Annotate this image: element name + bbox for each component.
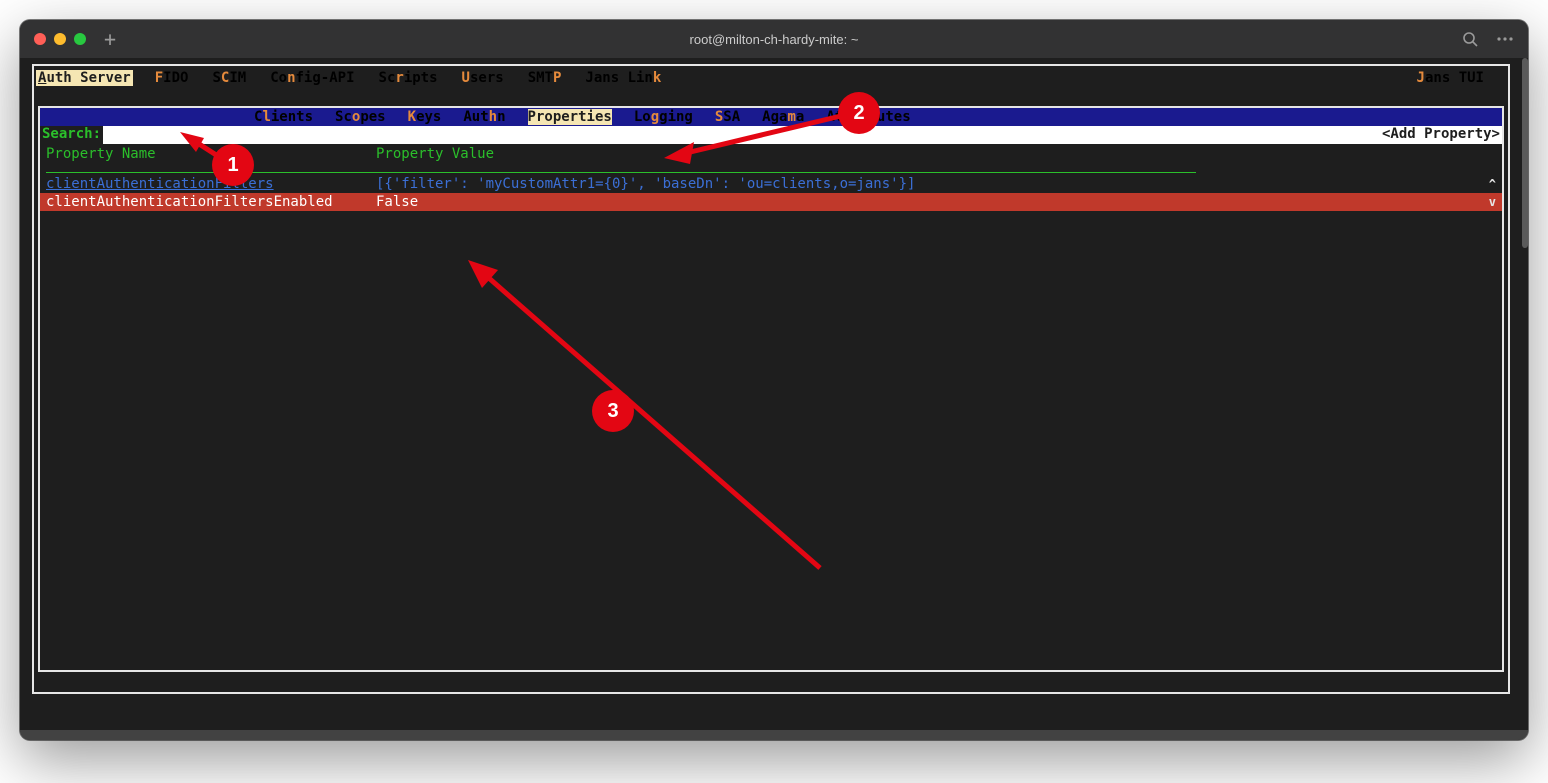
tab-2[interactable]: Keys xyxy=(408,109,442,125)
search-input[interactable] xyxy=(103,126,1380,144)
search-row: Search: <Add Property> xyxy=(40,126,1502,144)
menu-item-1[interactable]: FIDO xyxy=(153,70,191,86)
scroll-up-icon[interactable]: ^ xyxy=(1489,175,1496,193)
menu-item-0[interactable]: Auth Server xyxy=(36,70,133,86)
tab-3[interactable]: Authn xyxy=(463,109,505,125)
outer-frame: Auth Server FIDO SCIM Config-API Scripts User… xyxy=(32,64,1510,694)
window-title: root@milton-ch-hardy-mite: ~ xyxy=(20,32,1528,47)
search-label: Search: xyxy=(40,126,103,144)
menu-item-6[interactable]: SMTP xyxy=(526,70,564,86)
scroll-indicators: ^ v xyxy=(1489,175,1496,211)
terminal-window: + root@milton-ch-hardy-mite: ~ Auth Serv… xyxy=(20,20,1528,740)
menu-item-5[interactable]: Users xyxy=(460,70,506,86)
property-row-1[interactable]: clientAuthenticationFiltersEnabledFalse xyxy=(40,193,1502,211)
minimize-window-button[interactable] xyxy=(54,33,66,45)
tab-bar: Clients Scopes Keys Authn Properties Logging S… xyxy=(40,108,1502,126)
maximize-window-button[interactable] xyxy=(74,33,86,45)
tab-6[interactable]: SSA xyxy=(715,109,740,125)
property-value: False xyxy=(376,194,1496,210)
scroll-down-icon[interactable]: v xyxy=(1489,193,1496,211)
new-tab-button[interactable]: + xyxy=(104,27,116,51)
header-property-value: Property Value xyxy=(376,146,1496,162)
menu-item-2[interactable]: SCIM xyxy=(210,70,248,86)
table-headers: Property Name Property Value xyxy=(40,144,1502,162)
horizontal-scrollbar[interactable] xyxy=(20,730,1528,740)
close-window-button[interactable] xyxy=(34,33,46,45)
property-name: clientAuthenticationFilters xyxy=(46,176,376,192)
main-menubar: Auth Server FIDO SCIM Config-API Scripts User… xyxy=(34,66,1508,88)
header-property-name: Property Name xyxy=(46,146,376,162)
tab-4[interactable]: Properties xyxy=(528,109,612,125)
titlebar: + root@milton-ch-hardy-mite: ~ xyxy=(20,20,1528,58)
header-divider xyxy=(46,172,1196,173)
search-icon[interactable] xyxy=(1462,31,1478,47)
property-rows: clientAuthenticationFilters[{'filter': '… xyxy=(40,175,1502,211)
vertical-scrollbar[interactable] xyxy=(1522,58,1528,248)
more-icon[interactable] xyxy=(1496,31,1514,47)
tab-8[interactable]: Attributes xyxy=(826,109,910,125)
tab-7[interactable]: Agama xyxy=(762,109,804,125)
property-value: [{'filter': 'myCustomAttr1={0}', 'baseDn… xyxy=(376,176,1496,192)
brand-label: Jans TUI xyxy=(1415,70,1486,86)
tab-1[interactable]: Scopes xyxy=(335,109,386,125)
menu-item-3[interactable]: Config-API xyxy=(268,70,356,86)
menu-item-7[interactable]: Jans Link xyxy=(583,70,663,86)
window-controls xyxy=(34,33,86,45)
menu-item-4[interactable]: Scripts xyxy=(377,70,440,86)
content-frame: ClientsScopesKeysAuthnPropertiesLoggingS… xyxy=(38,106,1504,672)
add-property-button[interactable]: <Add Property> xyxy=(1380,126,1502,144)
property-name: clientAuthenticationFiltersEnabled xyxy=(46,194,376,210)
tab-5[interactable]: Logging xyxy=(634,109,693,125)
property-row-0[interactable]: clientAuthenticationFilters[{'filter': '… xyxy=(40,175,1502,193)
tab-0[interactable]: Clients xyxy=(254,109,313,125)
